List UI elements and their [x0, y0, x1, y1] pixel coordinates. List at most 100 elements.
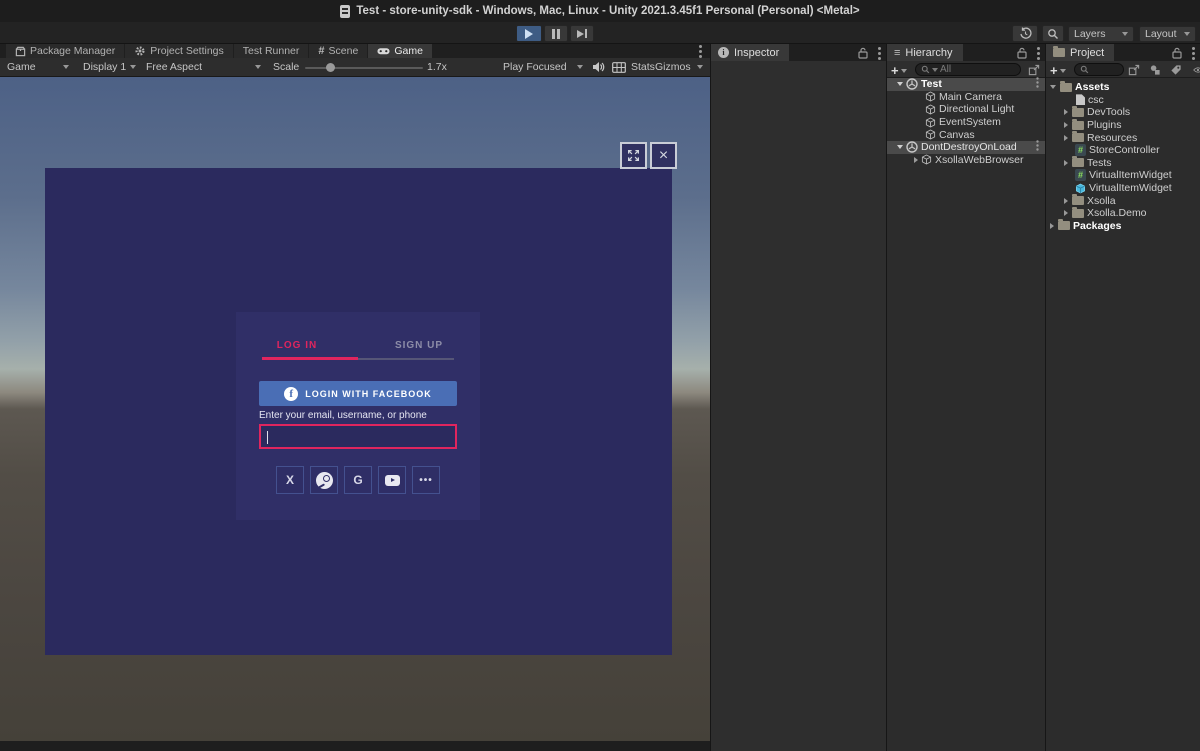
credentials-input[interactable] — [259, 424, 457, 449]
hierarchy-search-input[interactable]: All — [915, 63, 1021, 76]
save-search-icon[interactable] — [1128, 64, 1140, 76]
hierarchy-item-main-camera[interactable]: Main Camera — [887, 91, 1045, 104]
plus-icon: + — [891, 63, 899, 78]
google-login-button[interactable]: G — [344, 466, 372, 494]
browser-close-button[interactable]: × — [650, 142, 677, 169]
project-item-tests[interactable]: Tests — [1046, 157, 1200, 170]
project-item-xsolla[interactable]: Xsolla — [1046, 194, 1200, 207]
chevron-down-icon — [697, 65, 703, 69]
project-item-plugins[interactable]: Plugins — [1046, 119, 1200, 132]
collapsed-arrow-icon[interactable] — [1050, 223, 1054, 229]
collapsed-arrow-icon[interactable] — [1064, 198, 1068, 204]
project-item-xsolla-demo[interactable]: Xsolla.Demo — [1046, 207, 1200, 220]
hierarchy-tree: Test Main Camera Directional Light — [887, 78, 1045, 166]
tab-log-in[interactable]: LOG IN — [236, 340, 358, 351]
tab-scene[interactable]: # Scene — [309, 44, 367, 58]
game-viewport: × LOG IN SIGN UP f LOGIN WITH FACEBOOK E… — [0, 77, 710, 741]
browser-fullscreen-button[interactable] — [620, 142, 647, 169]
tab-project-settings[interactable]: Project Settings — [125, 44, 233, 58]
play-icon — [525, 29, 533, 39]
expand-arrow-icon[interactable] — [897, 145, 903, 149]
hidden-packages-icon[interactable] — [1193, 65, 1200, 75]
scene-menu-icon[interactable] — [1036, 81, 1038, 83]
hierarchy-item-eventsystem[interactable]: EventSystem — [887, 116, 1045, 129]
collapsed-arrow-icon[interactable] — [1064, 122, 1068, 128]
login-dialog: LOG IN SIGN UP f LOGIN WITH FACEBOOK Ent… — [236, 312, 480, 520]
hierarchy-item-dontdestroyonload[interactable]: DontDestroyOnLoad — [887, 141, 1045, 154]
create-asset-button[interactable]: + — [1050, 63, 1066, 78]
search-by-label-icon[interactable] — [1170, 64, 1182, 76]
expand-arrow-icon[interactable] — [897, 82, 903, 86]
play-focused-dropdown[interactable]: Play Focused — [503, 58, 583, 76]
create-object-button[interactable]: + — [891, 63, 907, 78]
tab-inspector[interactable]: i Inspector — [711, 44, 789, 61]
gameobject-cube-icon — [925, 117, 936, 128]
collapsed-arrow-icon[interactable] — [1064, 210, 1068, 216]
step-button[interactable] — [570, 25, 594, 42]
collapsed-arrow-icon[interactable] — [1064, 135, 1068, 141]
grid-icon — [612, 62, 626, 73]
collapsed-arrow-icon[interactable] — [1064, 160, 1068, 166]
project-item-virtualitemwidget-script[interactable]: # VirtualItemWidget — [1046, 169, 1200, 182]
play-button[interactable] — [516, 25, 542, 42]
expand-arrow-icon[interactable] — [1050, 85, 1056, 89]
gizmos-dropdown[interactable]: Gizmos — [655, 58, 703, 76]
panel-menu-icon[interactable] — [1192, 52, 1195, 55]
lock-icon[interactable] — [1017, 47, 1027, 59]
more-login-options-button[interactable]: ••• — [412, 466, 440, 494]
project-item-csc[interactable]: csc — [1046, 94, 1200, 107]
scene-picker-icon[interactable] — [1028, 64, 1040, 76]
tab-project[interactable]: Project — [1046, 44, 1114, 61]
layers-dropdown[interactable]: Layers — [1068, 26, 1134, 42]
mute-audio-button[interactable] — [592, 58, 605, 76]
inactive-tab-underline — [358, 358, 454, 360]
x-login-button[interactable]: X — [276, 466, 304, 494]
game-mode-dropdown[interactable]: Game — [7, 58, 69, 76]
hierarchy-item-test[interactable]: Test — [887, 78, 1045, 91]
hierarchy-item-canvas[interactable]: Canvas — [887, 128, 1045, 141]
project-search-input[interactable] — [1074, 63, 1124, 76]
tab-game[interactable]: Game — [368, 44, 432, 58]
search-by-type-icon[interactable] — [1149, 64, 1161, 76]
social-login-row: X G ••• — [236, 466, 480, 494]
project-item-virtualitemwidget-prefab[interactable]: VirtualItemWidget — [1046, 182, 1200, 195]
panel-menu-icon[interactable] — [878, 52, 881, 55]
project-item-storecontroller[interactable]: # StoreController — [1046, 144, 1200, 157]
hierarchy-item-xsollawebbrowser[interactable]: XsollaWebBrowser — [887, 154, 1045, 167]
version-control-button[interactable] — [1012, 25, 1038, 42]
project-item-assets[interactable]: Assets — [1046, 81, 1200, 94]
scale-slider-track[interactable] — [305, 67, 423, 69]
layout-dropdown[interactable]: Layout — [1139, 26, 1196, 42]
scale-value: 1.7x — [427, 58, 447, 76]
tab-package-manager[interactable]: Package Manager — [6, 44, 124, 58]
dock-bottom-strip — [0, 741, 710, 751]
search-everything-button[interactable] — [1042, 25, 1064, 42]
folder-icon — [1072, 196, 1084, 205]
login-with-facebook-button[interactable]: f LOGIN WITH FACEBOOK — [259, 381, 457, 406]
scene-menu-icon[interactable] — [1036, 144, 1038, 146]
unity-scene-icon — [906, 78, 918, 90]
tab-hierarchy[interactable]: ≡ Hierarchy — [887, 44, 963, 61]
project-item-packages[interactable]: Packages — [1046, 220, 1200, 233]
scale-slider-thumb[interactable] — [326, 63, 335, 72]
dock-menu-icon[interactable] — [699, 50, 702, 53]
tab-test-runner[interactable]: Test Runner — [234, 44, 309, 58]
steam-login-button[interactable] — [310, 466, 338, 494]
collapsed-arrow-icon[interactable] — [1064, 109, 1068, 115]
vsync-button[interactable] — [612, 58, 626, 76]
unity-scene-icon — [906, 141, 918, 153]
display-dropdown[interactable]: Display 1 — [83, 58, 136, 76]
hierarchy-item-directional-light[interactable]: Directional Light — [887, 103, 1045, 116]
collapsed-arrow-icon[interactable] — [914, 157, 918, 163]
lock-icon[interactable] — [1172, 47, 1182, 59]
aspect-dropdown[interactable]: Free Aspect — [146, 58, 261, 76]
project-item-resources[interactable]: Resources — [1046, 131, 1200, 144]
youtube-login-button[interactable] — [378, 466, 406, 494]
panel-menu-icon[interactable] — [1037, 52, 1040, 55]
tab-sign-up[interactable]: SIGN UP — [358, 340, 480, 351]
project-tab-label: Project — [1070, 47, 1104, 59]
stats-button[interactable]: Stats — [631, 58, 655, 76]
pause-button[interactable] — [544, 25, 568, 42]
project-item-devtools[interactable]: DevTools — [1046, 106, 1200, 119]
lock-icon[interactable] — [858, 47, 868, 59]
